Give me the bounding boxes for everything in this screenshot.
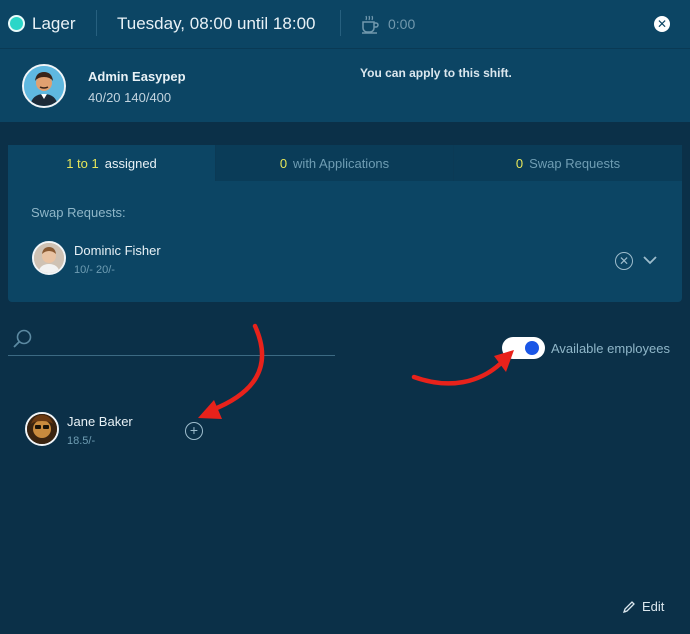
pencil-icon [622, 600, 635, 613]
swap-employee-name: Dominic Fisher [74, 243, 161, 258]
tab-applications[interactable]: 0 with Applications [216, 145, 454, 181]
edit-button[interactable]: Edit [622, 599, 664, 614]
close-icon[interactable]: ✕ [654, 16, 670, 32]
employee-name: Jane Baker [67, 414, 133, 429]
tab-swap-requests[interactable]: 0 Swap Requests [454, 145, 682, 181]
dominic-avatar-icon [34, 243, 64, 273]
avatar [22, 64, 66, 108]
shift-topbar: Lager Tuesday, 08:00 until 18:00 0:00 ✕ [0, 0, 690, 48]
toggle-label: Available employees [551, 341, 670, 356]
shift-panel: 1 to 1 assigned 0 with Applications 0 Sw… [8, 145, 682, 302]
tab-count: 1 to 1 [66, 155, 99, 171]
location-dot-icon [8, 15, 25, 32]
coffee-cup-icon [362, 15, 379, 34]
tab-label: Swap Requests [529, 155, 621, 171]
divider [96, 10, 97, 36]
tab-label: with Applications [293, 155, 390, 171]
user-header: Admin Easypep 40/20 140/400 You can appl… [0, 48, 690, 122]
tab-count: 0 [279, 155, 288, 171]
tab-assigned[interactable]: 1 to 1 assigned [8, 145, 216, 181]
break-time: 0:00 [388, 16, 416, 32]
location-name: Lager [32, 14, 76, 33]
chevron-down-icon[interactable] [642, 254, 658, 266]
available-employees-toggle[interactable] [502, 337, 545, 359]
jane-avatar-icon [27, 414, 57, 444]
add-icon[interactable]: + [185, 422, 203, 440]
user-hours: 40/20 140/400 [88, 90, 172, 105]
employee-hours: 18.5/- [67, 435, 96, 447]
shift-time: Tuesday, 08:00 until 18:00 [117, 14, 316, 33]
avatar [25, 412, 59, 446]
toggle-knob [525, 341, 539, 355]
tab-bar: 1 to 1 assigned 0 with Applications 0 Sw… [8, 145, 682, 181]
apply-message: You can apply to this shift. [360, 66, 512, 80]
swap-requests-title: Swap Requests: [31, 205, 126, 220]
annotation-arrow-toggle [411, 361, 503, 386]
tab-label: assigned [104, 155, 157, 171]
swap-employee-hours: 10/- 20/- [74, 264, 115, 276]
tab-count: 0 [515, 155, 524, 171]
divider [340, 10, 341, 36]
annotation-arrowhead-add [198, 400, 222, 419]
avatar [32, 241, 66, 275]
remove-icon[interactable]: ✕ [615, 252, 633, 270]
edit-label: Edit [642, 599, 665, 614]
search-icon [13, 329, 32, 348]
user-name: Admin Easypep [88, 69, 186, 84]
admin-avatar-icon [24, 66, 64, 106]
search-input[interactable] [8, 326, 335, 356]
